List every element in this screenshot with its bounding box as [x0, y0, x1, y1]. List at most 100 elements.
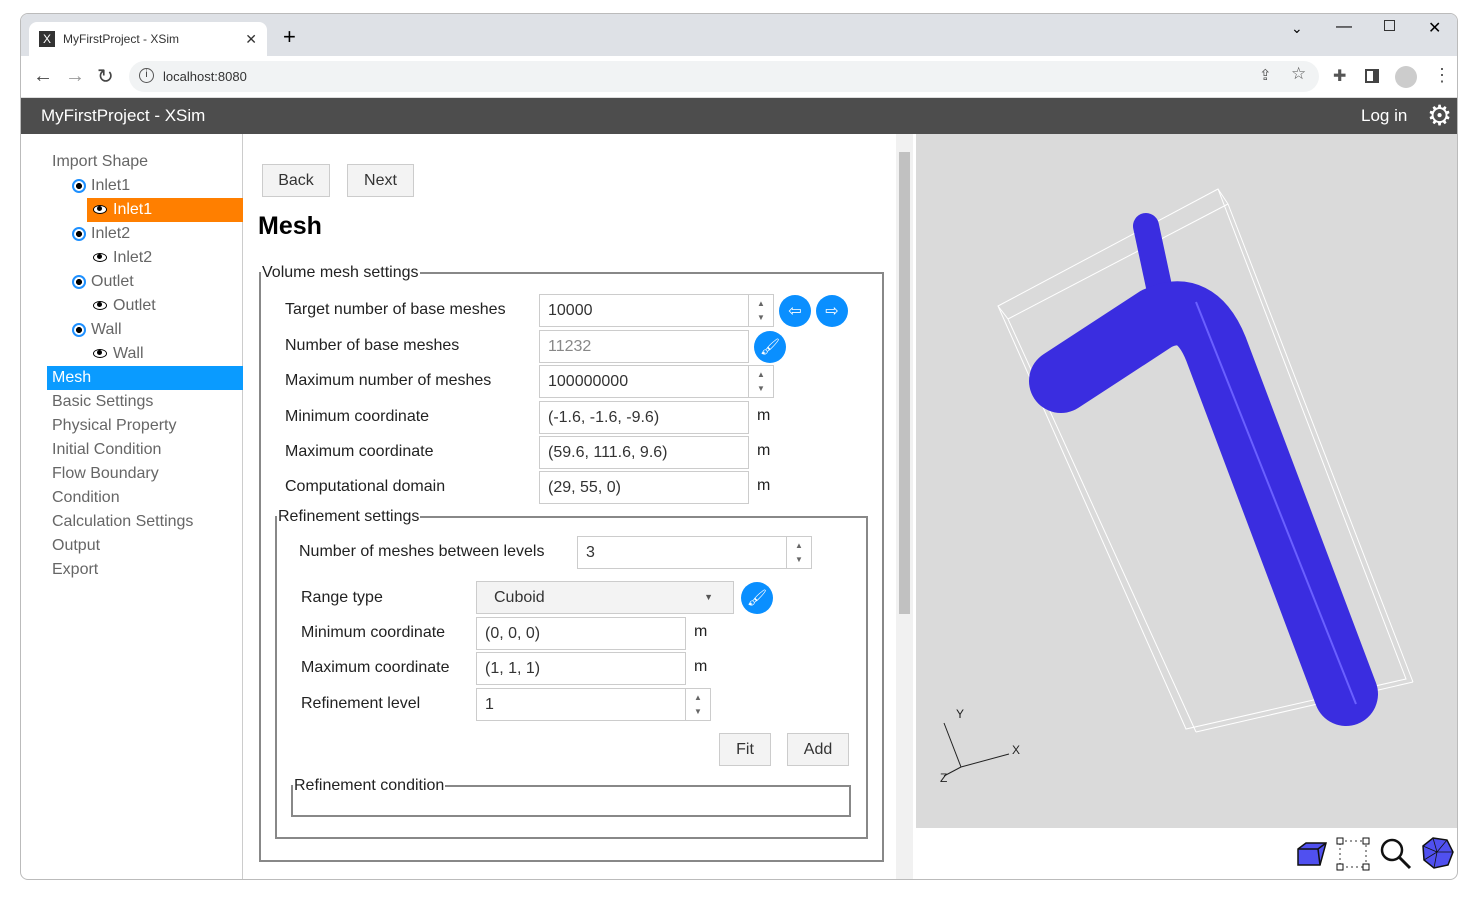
sidebar-item-export[interactable]: Export [52, 558, 98, 582]
extensions-icon[interactable]: ✚ [1333, 66, 1346, 86]
tab-list-icon[interactable]: ⌄ [1291, 20, 1303, 37]
back-button[interactable]: Back [262, 164, 330, 197]
close-window-icon[interactable]: ✕ [1428, 18, 1441, 38]
maximize-icon[interactable] [1384, 20, 1395, 31]
label: Maximum coordinate [301, 659, 450, 676]
url-text: localhost:8080 [163, 69, 247, 84]
mesh-view-icon[interactable] [1421, 836, 1455, 870]
next-button[interactable]: Next [347, 164, 414, 197]
visibility-toggle-icon[interactable] [72, 322, 86, 337]
side-panel-icon[interactable] [1365, 69, 1379, 83]
shape-item-wall[interactable]: Wall [93, 342, 144, 366]
browser-tab[interactable]: X MyFirstProject - XSim ✕ [29, 22, 267, 56]
paint-brush-icon[interactable]: 🖌 [741, 582, 773, 614]
sidebar-item-output[interactable]: Output [52, 534, 100, 558]
target-base-meshes-stepper[interactable]: ▲ ▼ [749, 294, 774, 327]
label: Wall [113, 345, 144, 362]
scrollbar-thumb[interactable] [899, 152, 910, 614]
label: Inlet1 [113, 201, 153, 218]
refine-max-input[interactable]: (1, 1, 1) [476, 652, 686, 685]
y-axis-label: Y [956, 707, 964, 721]
import-mesh-icon[interactable]: ⇦ [779, 295, 811, 327]
main-scrollbar[interactable] [896, 134, 913, 879]
unit: m [757, 477, 771, 494]
eye-icon [93, 301, 107, 311]
pipe-highlight [1195, 301, 1357, 705]
add-button[interactable]: Add [787, 733, 849, 766]
shape-item-inlet1-selected[interactable]: Inlet1 [87, 198, 243, 222]
shape-item-outlet[interactable]: Outlet [93, 294, 156, 318]
browser-window: X MyFirstProject - XSim ✕ + ⌄ — ✕ ← → ↻ … [20, 13, 1458, 880]
unit: m [757, 442, 771, 459]
sidebar-item-initial-condition[interactable]: Initial Condition [52, 438, 161, 462]
reload-icon[interactable]: ↻ [97, 64, 114, 89]
max-meshes-input[interactable]: 100000000 [539, 365, 749, 398]
box-view-icon[interactable] [1296, 839, 1330, 869]
unit: m [757, 407, 771, 424]
label: Number of meshes between levels [299, 543, 545, 560]
sidebar-item-calculation-settings[interactable]: Calculation Settings [52, 510, 193, 534]
max-coordinate-input[interactable]: (59.6, 111.6, 9.6) [539, 436, 749, 469]
share-icon[interactable]: ⇪ [1259, 66, 1272, 84]
label: Target number of base meshes [285, 301, 506, 318]
visibility-toggle-icon[interactable] [72, 274, 86, 289]
label: Number of base meshes [285, 337, 460, 354]
levels-stepper[interactable]: ▲ ▼ [787, 536, 812, 569]
model-canvas[interactable]: X Y Z [916, 134, 1458, 828]
computational-domain-input[interactable]: (29, 55, 0) [539, 471, 749, 504]
refinement-condition: Refinement condition [291, 777, 851, 817]
visibility-toggle-icon[interactable] [72, 178, 86, 193]
login-link[interactable]: Log in [1361, 106, 1407, 126]
eye-icon [93, 205, 107, 215]
sidebar-item-flow-boundary[interactable]: Flow Boundary [52, 462, 159, 486]
shape-item-inlet2[interactable]: Inlet2 [93, 246, 152, 270]
label: Inlet1 [91, 177, 131, 194]
export-mesh-icon[interactable]: ⇨ [816, 295, 848, 327]
sidebar-item-condition[interactable]: Condition [52, 486, 120, 510]
sidebar-item-mesh[interactable]: Mesh [47, 366, 243, 390]
unit: m [694, 623, 708, 640]
z-axis-label: Z [940, 771, 947, 785]
label: Maximum number of meshes [285, 372, 492, 389]
refinement-condition-legend: Refinement condition [294, 777, 445, 794]
refinement-legend: Refinement settings [278, 508, 420, 525]
paint-brush-icon[interactable]: 🖌 [754, 331, 786, 363]
back-arrow-icon[interactable]: ← [33, 65, 53, 88]
close-tab-icon[interactable]: ✕ [245, 31, 257, 48]
levels-input[interactable]: 3 [577, 536, 787, 569]
visibility-toggle-icon[interactable] [72, 226, 86, 241]
refine-min-input[interactable]: (0, 0, 0) [476, 617, 686, 650]
fit-button[interactable]: Fit [719, 733, 771, 766]
minimize-icon[interactable]: — [1336, 18, 1352, 36]
max-meshes-stepper[interactable]: ▲ ▼ [749, 365, 774, 398]
menu-icon[interactable]: ⋮ [1433, 65, 1451, 86]
range-type-select[interactable]: Cuboid ▼ [476, 581, 734, 614]
forward-arrow-icon[interactable]: → [65, 65, 85, 88]
app-title: MyFirstProject - XSim [41, 106, 206, 125]
select-region-icon[interactable] [1336, 837, 1370, 871]
profile-icon[interactable] [1395, 66, 1417, 88]
min-coordinate-input[interactable]: (-1.6, -1.6, -9.6) [539, 401, 749, 434]
label: Refinement level [301, 695, 421, 712]
url-input[interactable]: i localhost:8080 ⇪ ☆ [129, 61, 1319, 92]
label: Maximum coordinate [285, 443, 434, 460]
bookmark-star-icon[interactable]: ☆ [1291, 64, 1306, 84]
sidebar-item-physical-property[interactable]: Physical Property [52, 414, 177, 438]
shape-group-inlet1[interactable]: Inlet1 [72, 174, 130, 198]
target-base-meshes-input[interactable]: 10000 [539, 294, 749, 327]
unit: m [694, 658, 708, 675]
label: Inlet2 [113, 249, 153, 266]
refinement-level-input[interactable]: 1 [476, 688, 686, 721]
sidebar-item-import-shape[interactable]: Import Shape [52, 150, 148, 174]
sidebar-item-basic-settings[interactable]: Basic Settings [52, 390, 153, 414]
shape-group-inlet2[interactable]: Inlet2 [72, 222, 130, 246]
shape-group-wall[interactable]: Wall [72, 318, 122, 342]
new-tab-icon[interactable]: + [283, 24, 296, 50]
eye-icon [93, 349, 107, 359]
shape-group-outlet[interactable]: Outlet [72, 270, 134, 294]
settings-gear-icon[interactable]: ⚙ [1427, 99, 1452, 132]
label: Minimum coordinate [285, 408, 430, 425]
refinement-level-stepper[interactable]: ▲ ▼ [686, 688, 711, 721]
3d-viewer[interactable]: X Y Z [916, 134, 1458, 828]
zoom-icon[interactable] [1379, 837, 1413, 871]
